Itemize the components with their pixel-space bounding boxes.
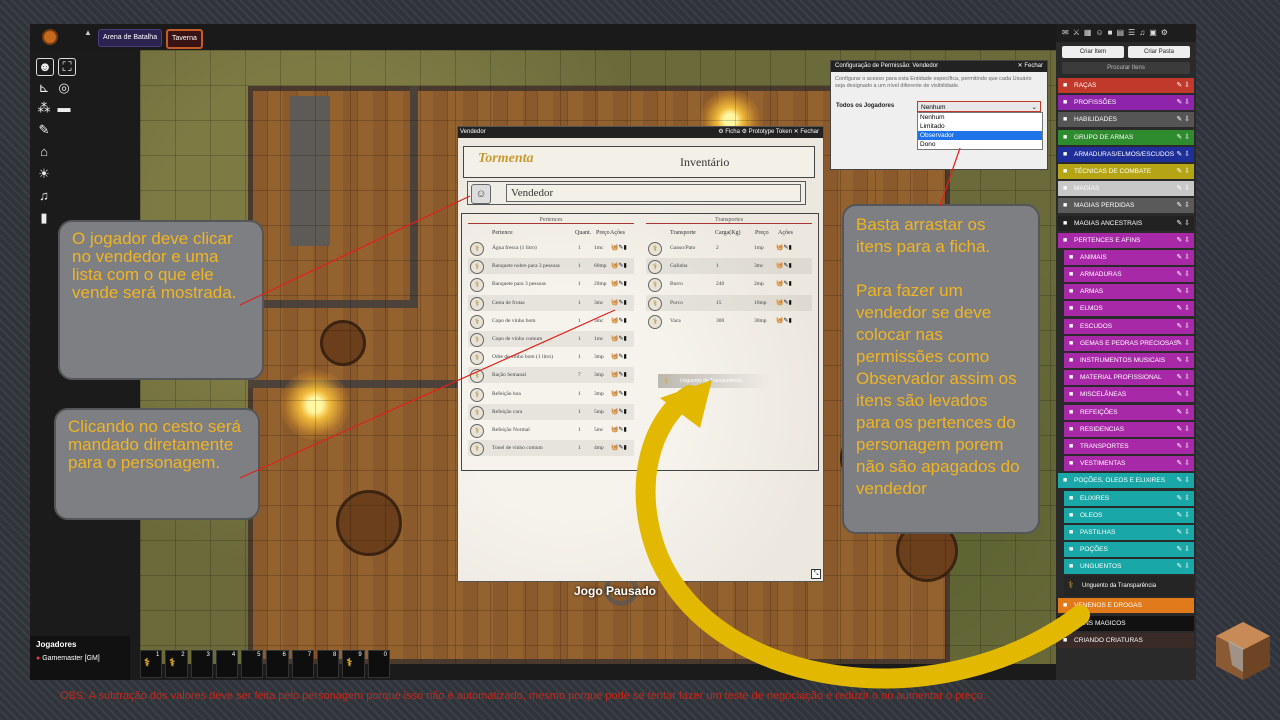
- footnote: OBS: A subtração dos valores deve ser fe…: [60, 690, 986, 702]
- annotation-arrows: [239, 147, 1090, 689]
- arrow-to-basket: [239, 309, 616, 479]
- cube-logo-icon: [1216, 622, 1270, 680]
- drag-arrow-icon: [635, 385, 1090, 689]
- arrow-to-permission: [939, 147, 961, 207]
- arrow-to-vendor: [239, 195, 471, 306]
